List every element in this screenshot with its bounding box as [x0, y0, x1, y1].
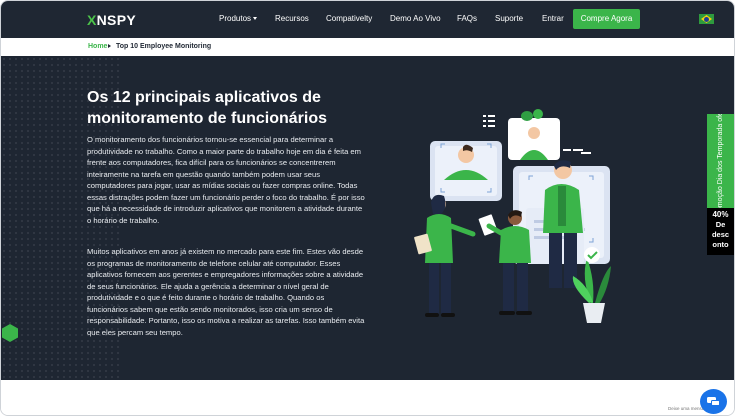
nav-produtos-label: Produtos	[219, 14, 252, 23]
discount-label-line2: desc	[711, 230, 730, 239]
menu-lines-decoration	[483, 115, 495, 127]
profile-card-top	[508, 109, 560, 160]
chat-bubble-icon-secondary	[711, 400, 720, 406]
profile-card-left	[430, 141, 502, 201]
top-navbar: XNSPY Produtos Recursos Compativelty Dem…	[1, 1, 734, 38]
plant-decoration	[572, 258, 611, 323]
logo-wordmark: NSPY	[96, 12, 136, 28]
flag-circle	[704, 16, 709, 22]
discount-value: 40%	[712, 210, 729, 219]
intro-paragraph-2: Muitos aplicativos em anos já existem no…	[87, 247, 365, 337]
discount-label-line1: De	[715, 220, 726, 229]
nav-compatibilidade[interactable]: Compativelty	[326, 14, 372, 23]
logo-mark: X	[87, 12, 97, 28]
chevron-down-icon	[253, 17, 258, 21]
page-title: Os 12 principais aplicativos de monitora…	[87, 89, 328, 127]
nav-recursos[interactable]: Recursos	[275, 14, 309, 23]
chat-widget-button[interactable]	[700, 389, 727, 414]
employee-monitoring-illustration	[414, 109, 611, 323]
nav-suporte[interactable]: Suporte	[495, 14, 523, 23]
promo-tab-text: Promoção Dia dos Temporada oferta	[716, 114, 724, 208]
brazil-flag-icon[interactable]	[699, 14, 714, 24]
employee-figure-woman	[414, 194, 476, 317]
promo-side-tab[interactable]: Promoção Dia dos Temporada oferta	[707, 114, 734, 208]
compre-agora-button[interactable]: Compre Agora	[573, 9, 640, 29]
breadcrumb-home-link[interactable]: Home	[88, 43, 107, 50]
browser-frame: XNSPY Produtos Recursos Compativelty Dem…	[0, 0, 735, 416]
discount-label-line3: onto	[712, 240, 729, 249]
discount-badge[interactable]: 40% De desc onto	[707, 208, 734, 255]
nav-demo-ao-vivo[interactable]: Demo Ao Vivo	[390, 14, 441, 23]
check-badge-icon	[584, 247, 600, 263]
line-widget-decoration	[563, 149, 591, 154]
content-area-below-hero	[1, 380, 734, 415]
nav-produtos[interactable]: Produtos	[219, 14, 258, 23]
nav-faqs[interactable]: FAQs	[457, 14, 477, 23]
intro-paragraph-1: O monitoramento dos funcionários tornou-…	[87, 135, 365, 225]
nav-entrar[interactable]: Entrar	[542, 14, 564, 23]
chevron-right-icon	[108, 44, 111, 48]
breadcrumb: Home Top 10 Employee Monitoring	[1, 38, 734, 56]
xnspy-logo[interactable]: XNSPY	[87, 12, 136, 28]
breadcrumb-current: Top 10 Employee Monitoring	[116, 43, 212, 50]
